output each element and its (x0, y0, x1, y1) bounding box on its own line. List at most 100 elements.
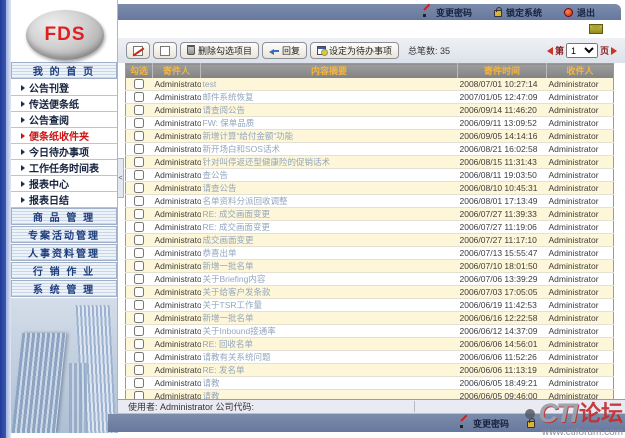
lock-system-button[interactable]: 锁定系统 (494, 6, 542, 19)
summary-link[interactable]: 新开场白和SOS话术 (203, 144, 280, 154)
time-cell: 2006/06/19 11:42:53 (460, 300, 537, 310)
summary-link[interactable]: 请教有关系统问题 (203, 352, 271, 362)
row-checkbox[interactable] (134, 248, 144, 258)
change-password-bottom-label: 变更密码 (473, 417, 509, 430)
row-checkbox[interactable] (134, 261, 144, 271)
summary-link[interactable]: 关于Inbound接通率 (203, 326, 276, 336)
summary-link[interactable]: 请查阅公告 (203, 105, 246, 115)
sidebar-section-header[interactable]: 我 的 首 页 (11, 62, 117, 79)
change-password-button-bottom[interactable]: 变更密码 (460, 417, 509, 430)
summary-link[interactable]: RE: 回收名单 (203, 339, 254, 349)
next-page-icon[interactable] (611, 47, 617, 55)
prev-page-icon[interactable] (547, 47, 553, 55)
summary-link[interactable]: 成交画面变更 (203, 235, 254, 245)
row-checkbox[interactable] (134, 196, 144, 206)
table-row: Administrator新增计算“给付金额”功能2006/09/05 14:1… (126, 129, 614, 142)
summary-link[interactable]: 新增一批名单 (203, 261, 254, 271)
summary-link[interactable]: 新增计算“给付金额”功能 (203, 131, 294, 141)
row-checkbox[interactable] (134, 365, 144, 375)
summary-link[interactable]: 新增一批名单 (203, 313, 254, 323)
summary-link[interactable]: 请教 (203, 378, 220, 388)
row-checkbox[interactable] (134, 300, 144, 310)
sidebar-section-header[interactable]: 商 品 管 理 (11, 208, 117, 225)
row-checkbox[interactable] (134, 378, 144, 388)
row-checkbox[interactable] (134, 105, 144, 115)
summary-link[interactable]: 关于给客户发条款 (203, 287, 271, 297)
sidebar-section-header[interactable]: 人事资料管理 (11, 244, 117, 261)
summary-link[interactable]: 恭喜出单 (203, 248, 237, 258)
fds-logo: FDS (26, 10, 104, 60)
table-row: AdministratorRE: 回收名单2006/06/06 14:56:01… (126, 337, 614, 350)
row-checkbox[interactable] (134, 326, 144, 336)
sender-cell: Administrator (155, 144, 201, 154)
summary-link[interactable]: 邮件系统恢复 (203, 92, 254, 102)
sidebar-item-5[interactable]: 今日待办事项 (11, 144, 117, 160)
row-checkbox[interactable] (134, 118, 144, 128)
sidebar-section-header[interactable]: 专案活动管理 (11, 226, 117, 243)
sidebar-item-6[interactable]: 工作任务时间表 (11, 160, 117, 176)
row-checkbox[interactable] (134, 274, 144, 284)
sidebar-item-4[interactable]: 便条纸收件夹 (11, 128, 117, 144)
row-checkbox[interactable] (134, 157, 144, 167)
row-checkbox[interactable] (134, 352, 144, 362)
sender-cell: Administrator (155, 170, 201, 180)
recipient-cell: Administrator (549, 300, 599, 310)
watermark-forum-text: 论坛 (579, 403, 623, 425)
table-row: Administrator邮件系统恢复2007/01/05 12:47:09Ad… (126, 90, 614, 103)
row-checkbox[interactable] (134, 131, 144, 141)
recipient-cell: Administrator (549, 261, 599, 271)
recipient-cell: Administrator (549, 118, 599, 128)
sidebar-item-7[interactable]: 报表中心 (11, 176, 117, 192)
summary-link[interactable]: 请查公告 (203, 183, 237, 193)
sidebar-item-1[interactable]: 公告刊登 (11, 80, 117, 96)
row-checkbox[interactable] (134, 287, 144, 297)
reply-button[interactable]: 回复 (262, 42, 307, 59)
sender-cell: Administrator (155, 196, 201, 206)
delete-checked-button[interactable]: 删除勾选项目 (180, 42, 259, 59)
change-password-button[interactable]: 变更密码 (423, 6, 472, 19)
mail-icon[interactable] (589, 24, 603, 34)
row-checkbox[interactable] (134, 183, 144, 193)
set-todo-button[interactable]: 设定为待办事项 (310, 42, 399, 59)
row-checkbox[interactable] (134, 235, 144, 245)
logout-button[interactable]: 退出 (564, 6, 595, 19)
summary-link[interactable]: 名单资料分派回收调整 (203, 196, 288, 206)
sidebar-item-label: 传送便条纸 (29, 96, 79, 111)
table-row: Administratortest2008/07/01 10:27:14Admi… (126, 78, 614, 91)
arrow-right-icon (21, 197, 25, 203)
row-checkbox[interactable] (134, 313, 144, 323)
row-checkbox[interactable] (134, 339, 144, 349)
summary-link[interactable]: RE: 成交画面变更 (203, 209, 271, 219)
sender-cell: Administrator (155, 183, 201, 193)
summary-link[interactable]: RE: 发名单 (203, 365, 245, 375)
select-all-button[interactable] (126, 42, 150, 59)
row-checkbox[interactable] (134, 79, 144, 89)
row-checkbox[interactable] (134, 92, 144, 102)
row-checkbox[interactable] (134, 144, 144, 154)
recipient-cell: Administrator (549, 274, 599, 284)
clear-selection-button[interactable] (153, 42, 177, 59)
sidebar-section-header[interactable]: 系 统 管 理 (11, 280, 117, 297)
row-checkbox[interactable] (134, 222, 144, 232)
row-checkbox[interactable] (134, 170, 144, 180)
time-cell: 2007/01/05 12:47:09 (460, 92, 538, 102)
watermark-dot-icon (525, 409, 535, 419)
summary-link[interactable]: 关于Briefing内容 (203, 274, 266, 284)
summary-link[interactable]: 关于TSR工作量 (203, 300, 263, 310)
sidebar-section-header[interactable]: 行 销 作 业 (11, 262, 117, 279)
summary-link[interactable]: RE: 成交画面变更 (203, 222, 271, 232)
sidebar-collapse-handle[interactable]: < (117, 158, 124, 198)
recipient-cell: Administrator (549, 79, 599, 89)
row-checkbox[interactable] (134, 209, 144, 219)
sidebar-item-3[interactable]: 公告查阅 (11, 112, 117, 128)
sidebar-item-2[interactable]: 传送便条纸 (11, 96, 117, 112)
summary-link[interactable]: 查公告 (203, 170, 229, 180)
summary-link[interactable]: 针对叫停返还型健康险的促销话术 (203, 157, 331, 167)
page-select[interactable]: 1 (566, 43, 598, 58)
summary-link[interactable]: test (203, 79, 217, 89)
summary-link[interactable]: FW: 保单品质 (203, 118, 255, 128)
sender-cell: Administrator (155, 261, 201, 271)
lock-system-label: 锁定系统 (506, 6, 542, 19)
sidebar-item-8[interactable]: 报表日结 (11, 192, 117, 208)
table-row: Administrator新增一批名单2006/07/10 18:01:50Ad… (126, 259, 614, 272)
